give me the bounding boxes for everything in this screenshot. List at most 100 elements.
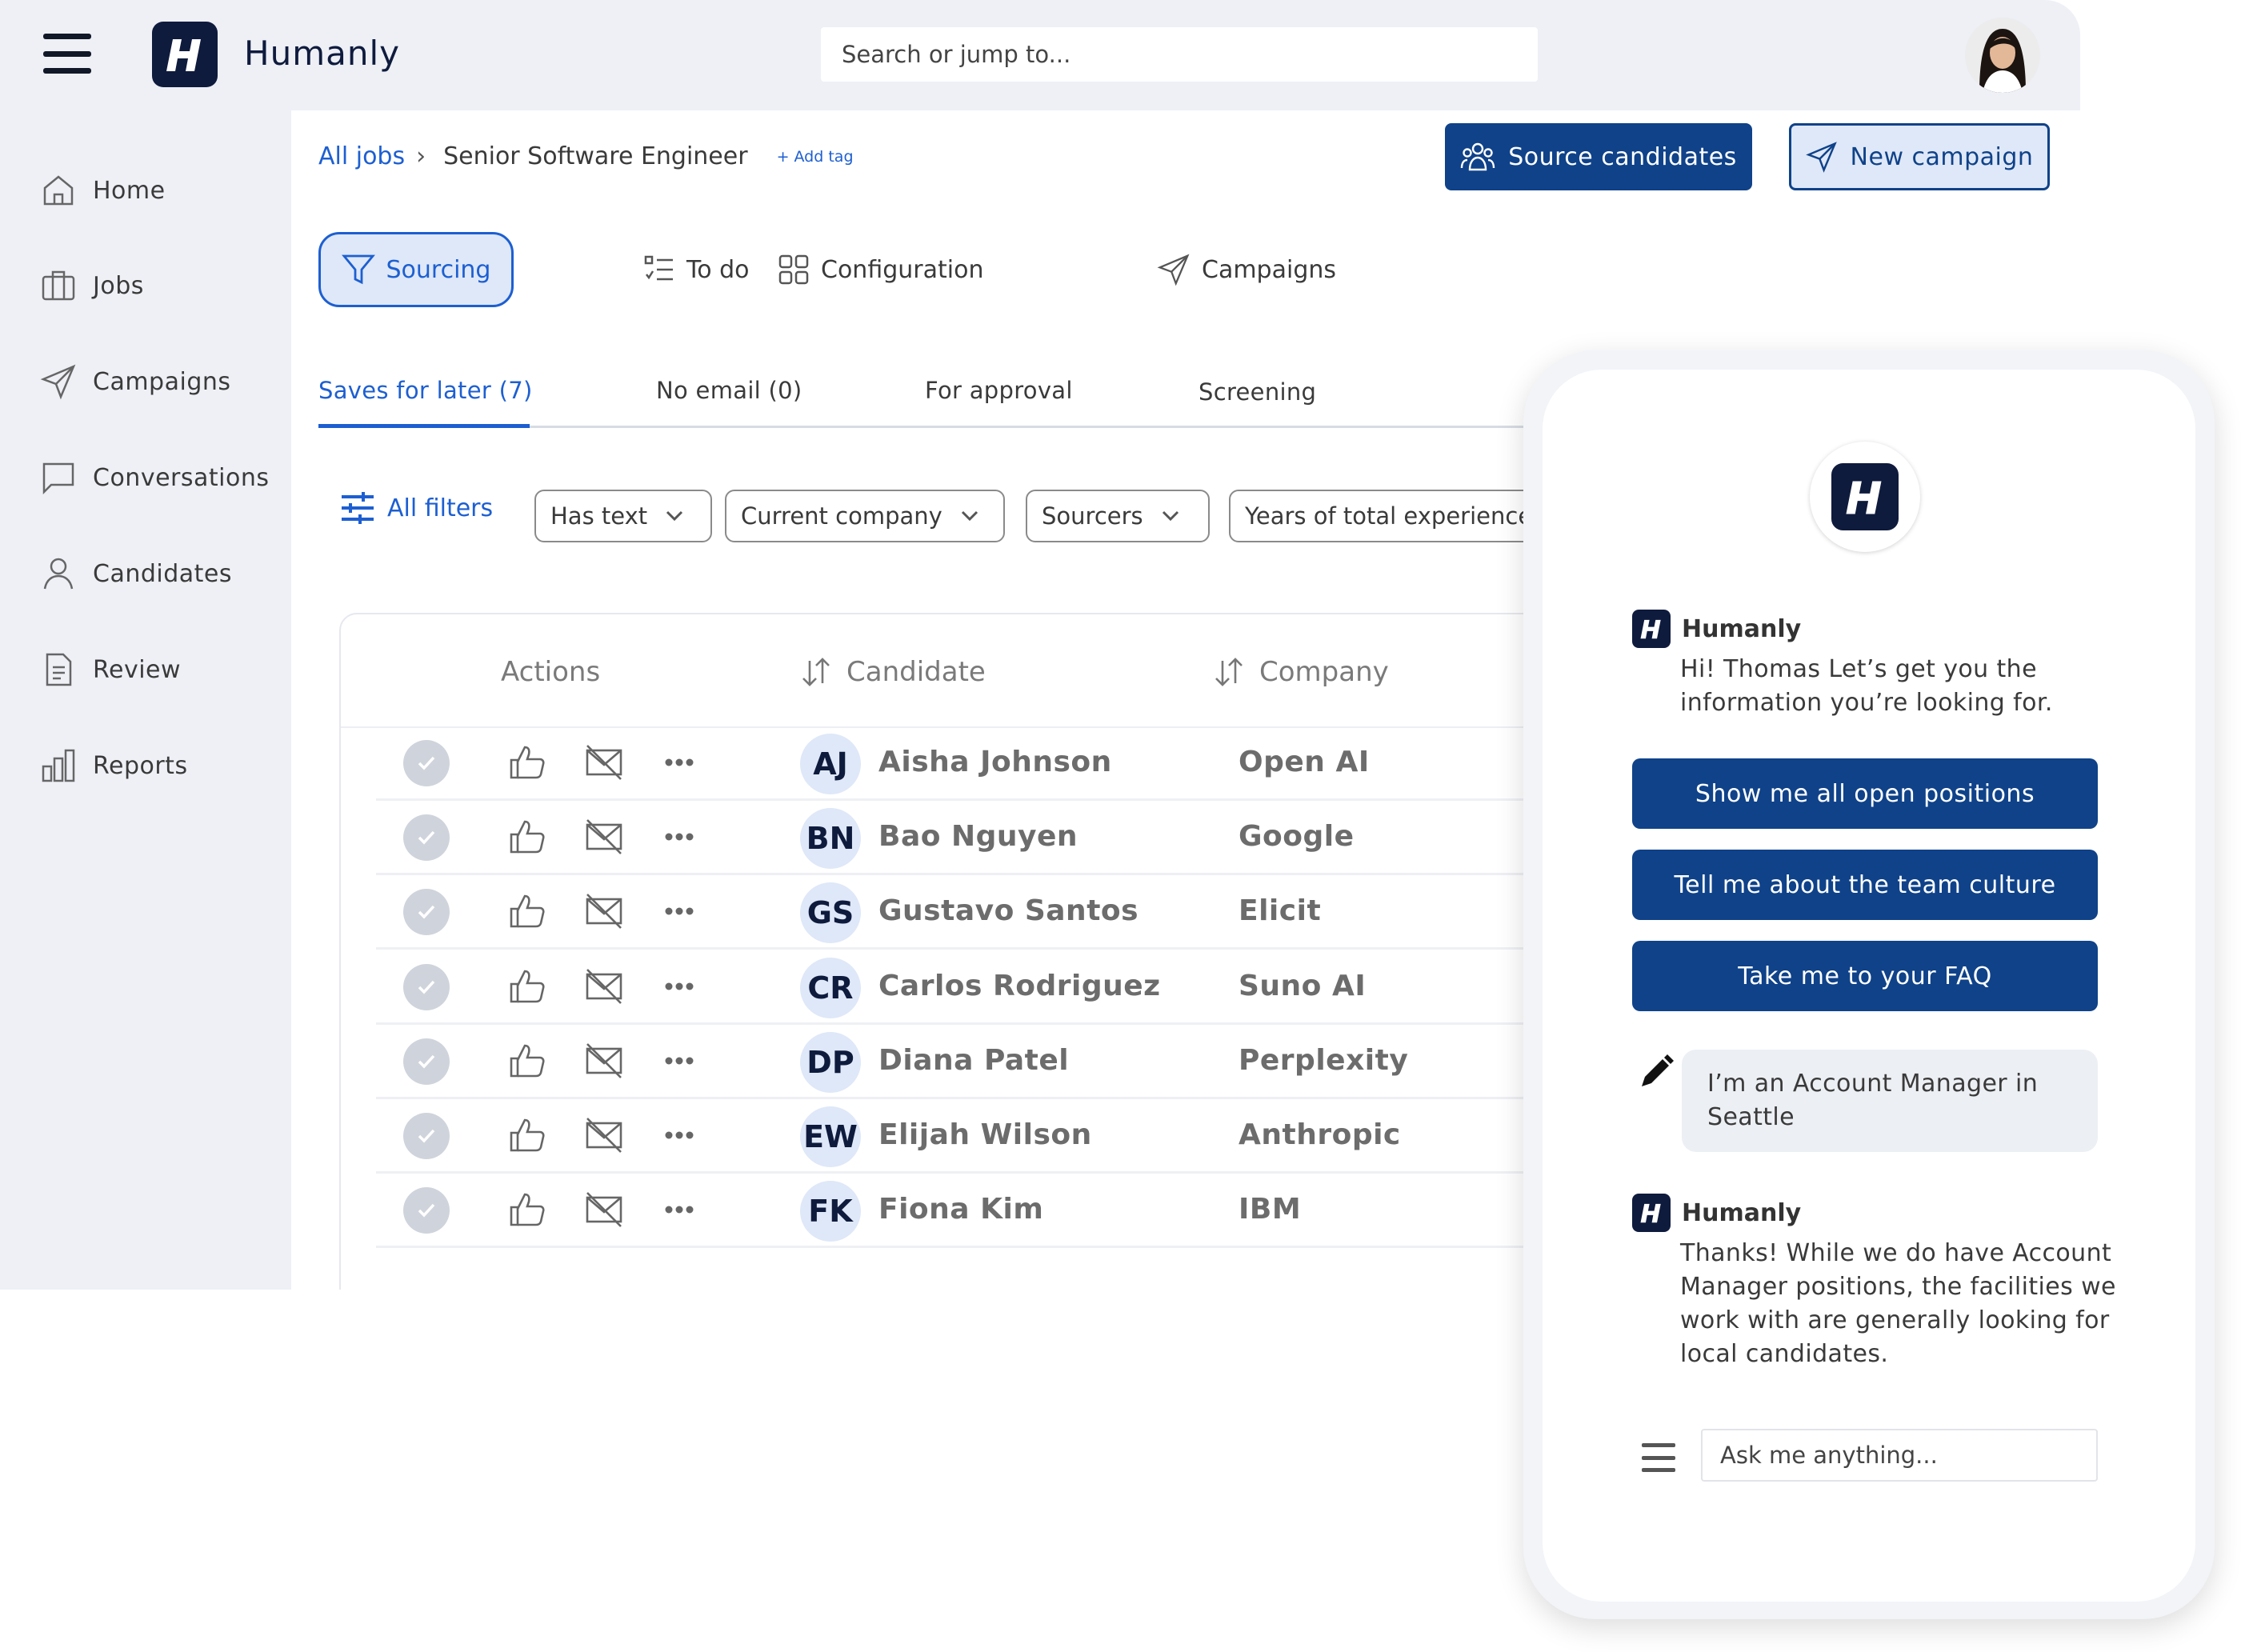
quick-reply-team-culture[interactable]: Tell me about the team culture xyxy=(1632,850,2098,920)
no-email-icon[interactable] xyxy=(584,1041,624,1081)
table-row[interactable]: GS Gustavo Santos Elicit xyxy=(376,875,1698,950)
more-options-icon[interactable] xyxy=(659,891,699,931)
table-row[interactable]: EW Elijah Wilson Anthropic xyxy=(376,1099,1698,1174)
new-campaign-label: New campaign xyxy=(1850,142,2034,171)
chat-message-input[interactable] xyxy=(1701,1429,2098,1482)
source-candidates-button[interactable]: Source candidates xyxy=(1445,123,1752,190)
more-options-icon[interactable] xyxy=(659,742,699,782)
more-options-icon[interactable] xyxy=(659,1041,699,1081)
checkmark-icon xyxy=(418,830,435,845)
table-row[interactable]: AJ Aisha Johnson Open AI xyxy=(376,726,1698,801)
tab-campaigns[interactable]: Campaigns xyxy=(1157,232,1336,307)
sidebar-item-home[interactable]: Home xyxy=(40,168,166,213)
candidate-name[interactable]: Diana Patel xyxy=(878,1044,1069,1077)
sidebar-item-label: Jobs xyxy=(93,271,144,300)
no-email-icon[interactable] xyxy=(584,1115,624,1155)
chevron-down-icon xyxy=(961,510,978,522)
thumbs-up-icon[interactable] xyxy=(507,966,547,1006)
thumbs-up-icon[interactable] xyxy=(507,742,547,782)
column-header-actions: Actions xyxy=(501,656,601,688)
humanly-logo-icon[interactable] xyxy=(152,22,218,87)
subtab-saves-for-later[interactable]: Saves for later (7) xyxy=(318,377,533,404)
more-options-icon[interactable] xyxy=(659,1115,699,1155)
more-options-icon[interactable] xyxy=(659,1190,699,1230)
chevron-right-icon: › xyxy=(416,142,426,170)
search-input[interactable] xyxy=(821,27,1538,82)
candidate-name[interactable]: Aisha Johnson xyxy=(878,746,1112,778)
select-checkbox[interactable] xyxy=(403,1187,450,1234)
filter-current-company-dropdown[interactable]: Current company xyxy=(725,490,1005,542)
filter-icon xyxy=(341,254,375,285)
sidebar-item-label: Conversations xyxy=(93,463,270,492)
thumbs-up-icon[interactable] xyxy=(507,817,547,857)
no-email-icon[interactable] xyxy=(584,1190,624,1230)
tab-to-do[interactable]: To do xyxy=(643,232,750,307)
thumbs-up-icon[interactable] xyxy=(507,1041,547,1081)
checkmark-icon xyxy=(418,756,435,770)
send-icon xyxy=(1157,254,1190,286)
sort-icon xyxy=(802,658,830,686)
table-row[interactable]: BN Bao Nguyen Google xyxy=(376,801,1698,875)
quick-reply-faq[interactable]: Take me to your FAQ xyxy=(1632,941,2098,1011)
no-email-icon[interactable] xyxy=(584,742,624,782)
hamburger-menu-icon[interactable] xyxy=(43,34,91,74)
no-email-icon[interactable] xyxy=(584,966,624,1006)
tab-sourcing[interactable]: Sourcing xyxy=(318,232,514,307)
sidebar-item-review[interactable]: Review xyxy=(40,647,181,692)
chevron-down-icon xyxy=(1162,510,1179,522)
add-tag-link[interactable]: + Add tag xyxy=(777,148,854,166)
new-campaign-button[interactable]: New campaign xyxy=(1789,123,2050,190)
sidebar-item-jobs[interactable]: Jobs xyxy=(40,263,144,308)
checkmark-icon xyxy=(418,980,435,994)
sidebar-item-conversations[interactable]: Conversations xyxy=(40,455,269,500)
more-options-icon[interactable] xyxy=(659,817,699,857)
select-checkbox[interactable] xyxy=(403,1113,450,1159)
sidebar-item-campaigns[interactable]: Campaigns xyxy=(40,359,231,404)
select-checkbox[interactable] xyxy=(403,740,450,786)
table-row[interactable]: CR Carlos Rodriguez Suno AI xyxy=(376,950,1698,1025)
candidate-name[interactable]: Gustavo Santos xyxy=(878,894,1139,927)
pencil-icon xyxy=(1642,1054,1674,1086)
thumbs-up-icon[interactable] xyxy=(507,1115,547,1155)
candidate-name[interactable]: Bao Nguyen xyxy=(878,820,1078,853)
column-header-candidate[interactable]: Candidate xyxy=(800,656,986,688)
table-row[interactable]: DP Diana Patel Perplexity xyxy=(376,1025,1698,1099)
sidebar-item-reports[interactable]: Reports xyxy=(40,743,188,788)
chat-menu-icon[interactable] xyxy=(1642,1443,1675,1472)
candidate-name[interactable]: Fiona Kim xyxy=(878,1193,1043,1226)
chat-bot-header: Humanly xyxy=(1632,1194,1801,1232)
breadcrumb-all-jobs-link[interactable]: All jobs xyxy=(318,142,405,170)
checkmark-icon xyxy=(418,1129,435,1143)
sidebar: Home Jobs Campaigns Conversations Candid… xyxy=(0,110,291,1290)
table-row[interactable]: FK Fiona Kim IBM xyxy=(376,1174,1698,1248)
thumbs-up-icon[interactable] xyxy=(507,1190,547,1230)
subtab-for-approval[interactable]: For approval xyxy=(925,377,1073,404)
filter-has-text-dropdown[interactable]: Has text xyxy=(534,490,712,542)
avatar: GS xyxy=(800,882,861,943)
chat-logo xyxy=(1810,442,1920,552)
all-filters-button[interactable]: All filters xyxy=(339,490,493,526)
candidate-name[interactable]: Carlos Rodriguez xyxy=(878,970,1161,1002)
tab-configuration[interactable]: Configuration xyxy=(778,232,983,307)
no-email-icon[interactable] xyxy=(584,891,624,931)
no-email-icon[interactable] xyxy=(584,817,624,857)
sidebar-item-candidates[interactable]: Candidates xyxy=(40,551,232,596)
column-header-label: Candidate xyxy=(846,656,986,688)
thumbs-up-icon[interactable] xyxy=(507,891,547,931)
briefcase-icon xyxy=(42,270,75,301)
sidebar-item-label: Candidates xyxy=(93,559,232,588)
column-header-company[interactable]: Company xyxy=(1213,656,1389,688)
user-avatar[interactable] xyxy=(1965,18,2040,93)
select-checkbox[interactable] xyxy=(403,814,450,861)
candidate-name[interactable]: Elijah Wilson xyxy=(878,1118,1092,1151)
subtab-no-email[interactable]: No email (0) xyxy=(656,377,802,404)
filter-sourcers-dropdown[interactable]: Sourcers xyxy=(1026,490,1210,542)
more-options-icon[interactable] xyxy=(659,966,699,1006)
filter-years-experience-dropdown[interactable]: Years of total experience xyxy=(1229,490,1565,542)
select-checkbox[interactable] xyxy=(403,889,450,935)
quick-reply-open-positions[interactable]: Show me all open positions xyxy=(1632,758,2098,829)
subtab-screening[interactable]: Screening xyxy=(1199,378,1316,406)
select-checkbox[interactable] xyxy=(403,964,450,1010)
avatar: FK xyxy=(800,1181,861,1242)
select-checkbox[interactable] xyxy=(403,1038,450,1085)
